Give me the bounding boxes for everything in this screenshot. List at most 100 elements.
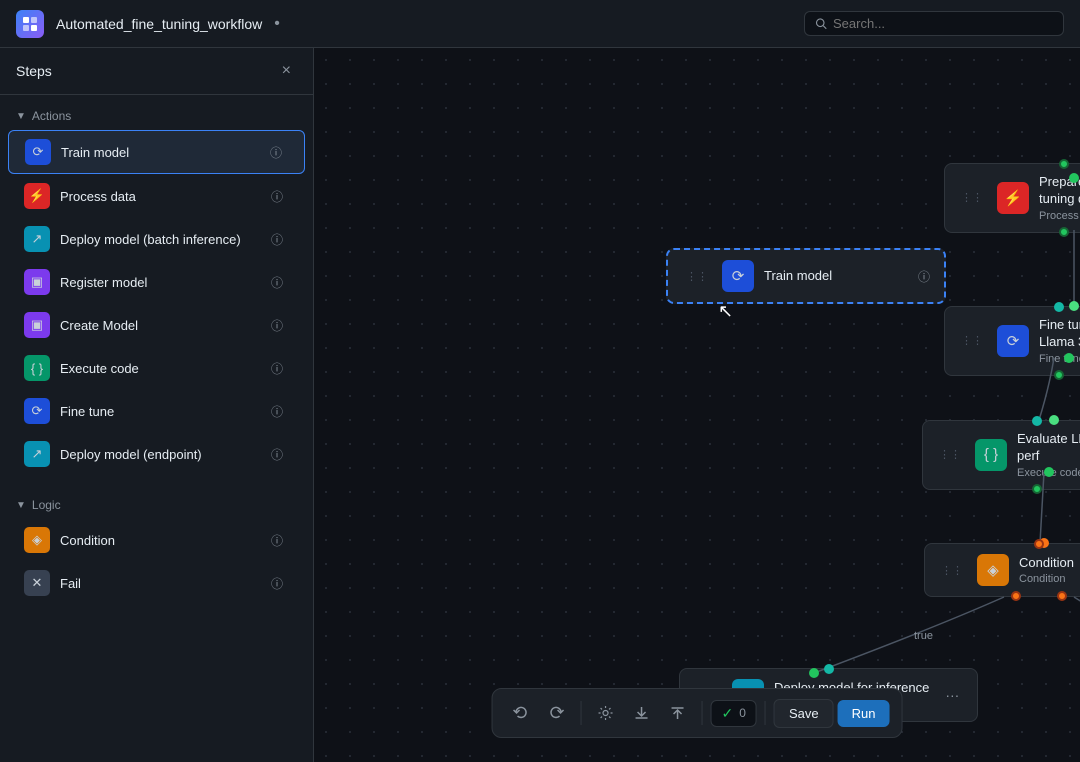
evaluate-llm-title: Evaluate LLM perf — [1017, 431, 1080, 465]
node-drag-handle: ⋮⋮ — [957, 334, 987, 347]
execute-code-label: Execute code — [60, 361, 139, 376]
register-model-info-icon[interactable]: ⓘ — [265, 272, 289, 293]
register-model-label: Register model — [60, 275, 147, 290]
node-prepare-dataset[interactable]: ⋮⋮ ⚡ Prepare fine tuning dataset Process… — [944, 163, 1080, 233]
search-icon — [815, 17, 827, 30]
title-dot: • — [274, 15, 280, 33]
train-model-icon: ⟳ — [25, 139, 51, 165]
status-indicator: ✓ 0 — [711, 700, 757, 727]
evaluate-llm-top-port[interactable] — [1032, 416, 1042, 426]
sidebar-item-fail[interactable]: ✕ Fail ⓘ — [8, 562, 305, 604]
redo-button[interactable] — [541, 697, 573, 729]
sidebar-title: Steps — [16, 63, 52, 79]
sidebar-item-fine-tune[interactable]: ⟳ Fine tune ⓘ — [8, 390, 305, 432]
create-model-label: Create Model — [60, 318, 138, 333]
sidebar-item-train-model[interactable]: ⟳ Train model ⓘ — [8, 130, 305, 174]
evaluate-llm-subtitle: Execute code — [1017, 467, 1080, 479]
logic-section-label: Logic — [32, 498, 61, 512]
fine-tune-llama-bottom-port[interactable] — [1054, 370, 1064, 380]
bottom-toolbar: ✓ 0 Save Run — [492, 688, 903, 738]
fine-tune-llama-icon: ⟳ — [997, 325, 1029, 357]
main-layout: Steps × ▼ Actions ⟳ Train model ⓘ ⚡ Proc… — [0, 48, 1080, 762]
execute-code-info-icon[interactable]: ⓘ — [265, 358, 289, 379]
chevron-down-icon: ▼ — [16, 111, 26, 122]
workflow-canvas[interactable]: ⋮⋮ ⟳ Train model ⓘ ↖ ⋮⋮ ⚡ Prepare fine t… — [314, 48, 1080, 762]
condition-bottom-left-port[interactable] — [1011, 591, 1021, 601]
ghost-node-info-icon[interactable]: ⓘ — [918, 268, 930, 285]
condition-top-port[interactable] — [1034, 539, 1044, 549]
true-label: true — [914, 630, 933, 642]
download-button[interactable] — [626, 697, 658, 729]
prepare-dataset-bottom-port[interactable] — [1059, 227, 1069, 237]
fine-tune-llama-title: Fine tune Llama 3.1 — [1039, 317, 1080, 351]
app-title: Automated_fine_tuning_workflow — [56, 16, 262, 32]
sidebar-item-process-data[interactable]: ⚡ Process data ⓘ — [8, 175, 305, 217]
fail-info-icon[interactable]: ⓘ — [265, 573, 289, 594]
prepare-dataset-subtitle: Process data — [1039, 210, 1080, 222]
evaluate-llm-icon: { } — [975, 439, 1007, 471]
fine-tune-label: Fine tune — [60, 404, 114, 419]
logic-section-header[interactable]: ▼ Logic — [0, 492, 313, 518]
actions-section-header[interactable]: ▼ Actions — [0, 103, 313, 129]
register-model-icon: ▣ — [24, 269, 50, 295]
app-logo — [16, 10, 44, 38]
deploy-inference-menu-button[interactable]: ··· — [939, 685, 965, 705]
sidebar-item-execute-code[interactable]: { } Execute code ⓘ — [8, 347, 305, 389]
status-dot-icon: ✓ — [722, 705, 734, 722]
sidebar-item-condition[interactable]: ◈ Condition ⓘ — [8, 519, 305, 561]
sidebar-section-logic: ▼ Logic ◈ Condition ⓘ ✕ Fail ⓘ — [0, 484, 313, 613]
node-condition[interactable]: ⋮⋮ ◈ Condition Condition ··· — [924, 543, 1080, 597]
ghost-node-title: Train model — [764, 268, 832, 285]
execute-code-icon: { } — [24, 355, 50, 381]
condition-info-icon[interactable]: ⓘ — [265, 530, 289, 551]
cursor-indicator: ↖ — [718, 301, 733, 322]
condition-bottom-right-port[interactable] — [1057, 591, 1067, 601]
sidebar-item-deploy-batch[interactable]: ↗ Deploy model (batch inference) ⓘ — [8, 218, 305, 260]
settings-button[interactable] — [590, 697, 622, 729]
run-button[interactable]: Run — [838, 700, 890, 727]
deploy-endpoint-label: Deploy model (endpoint) — [60, 447, 202, 462]
evaluate-llm-bottom-port[interactable] — [1032, 484, 1042, 494]
toolbar-separator-3 — [765, 701, 766, 725]
actions-section-label: Actions — [32, 109, 71, 123]
sidebar: Steps × ▼ Actions ⟳ Train model ⓘ ⚡ Proc… — [0, 48, 314, 762]
sidebar-header: Steps × — [0, 48, 313, 95]
fail-label: Fail — [60, 576, 81, 591]
create-model-icon: ▣ — [24, 312, 50, 338]
prepare-dataset-top-port[interactable] — [1059, 159, 1069, 169]
undo-button[interactable] — [505, 697, 537, 729]
connections-layer — [314, 48, 1080, 762]
node-evaluate-llm[interactable]: ⋮⋮ { } Evaluate LLM perf Execute code ··… — [922, 420, 1080, 490]
deploy-batch-label: Deploy model (batch inference) — [60, 232, 241, 247]
process-data-info-icon[interactable]: ⓘ — [265, 186, 289, 207]
save-button[interactable]: Save — [774, 699, 834, 728]
sidebar-item-create-model[interactable]: ▣ Create Model ⓘ — [8, 304, 305, 346]
sidebar-item-register-model[interactable]: ▣ Register model ⓘ — [8, 261, 305, 303]
search-input[interactable] — [833, 16, 1053, 31]
create-model-info-icon[interactable]: ⓘ — [265, 315, 289, 336]
fine-tune-icon: ⟳ — [24, 398, 50, 424]
fine-tune-info-icon[interactable]: ⓘ — [265, 401, 289, 422]
sidebar-item-deploy-endpoint[interactable]: ↗ Deploy model (endpoint) ⓘ — [8, 433, 305, 475]
train-model-info-icon[interactable]: ⓘ — [264, 142, 288, 163]
search-bar[interactable] — [804, 11, 1064, 36]
deploy-batch-info-icon[interactable]: ⓘ — [265, 229, 289, 250]
deploy-inference-top-port[interactable] — [824, 664, 834, 674]
sidebar-close-button[interactable]: × — [276, 60, 297, 82]
toolbar-separator-2 — [702, 701, 703, 725]
deploy-endpoint-info-icon[interactable]: ⓘ — [265, 444, 289, 465]
dragging-node[interactable]: ⋮⋮ ⟳ Train model ⓘ ↖ — [666, 248, 946, 304]
process-data-icon: ⚡ — [24, 183, 50, 209]
node-drag-handle: ⋮⋮ — [935, 448, 965, 461]
condition-node-subtitle: Condition — [1019, 573, 1080, 585]
ghost-node-icon: ⟳ — [722, 260, 754, 292]
status-count: 0 — [739, 706, 746, 720]
node-drag-handle: ⋮⋮ — [957, 191, 987, 204]
condition-node-icon: ◈ — [977, 554, 1009, 586]
node-drag-handle: ⋮⋮ — [937, 564, 967, 577]
fine-tune-llama-top-port[interactable] — [1054, 302, 1064, 312]
train-model-label: Train model — [61, 145, 129, 160]
fail-icon: ✕ — [24, 570, 50, 596]
share-button[interactable] — [662, 697, 694, 729]
node-fine-tune-llama[interactable]: ⋮⋮ ⟳ Fine tune Llama 3.1 Fine tune ··· — [944, 306, 1080, 376]
